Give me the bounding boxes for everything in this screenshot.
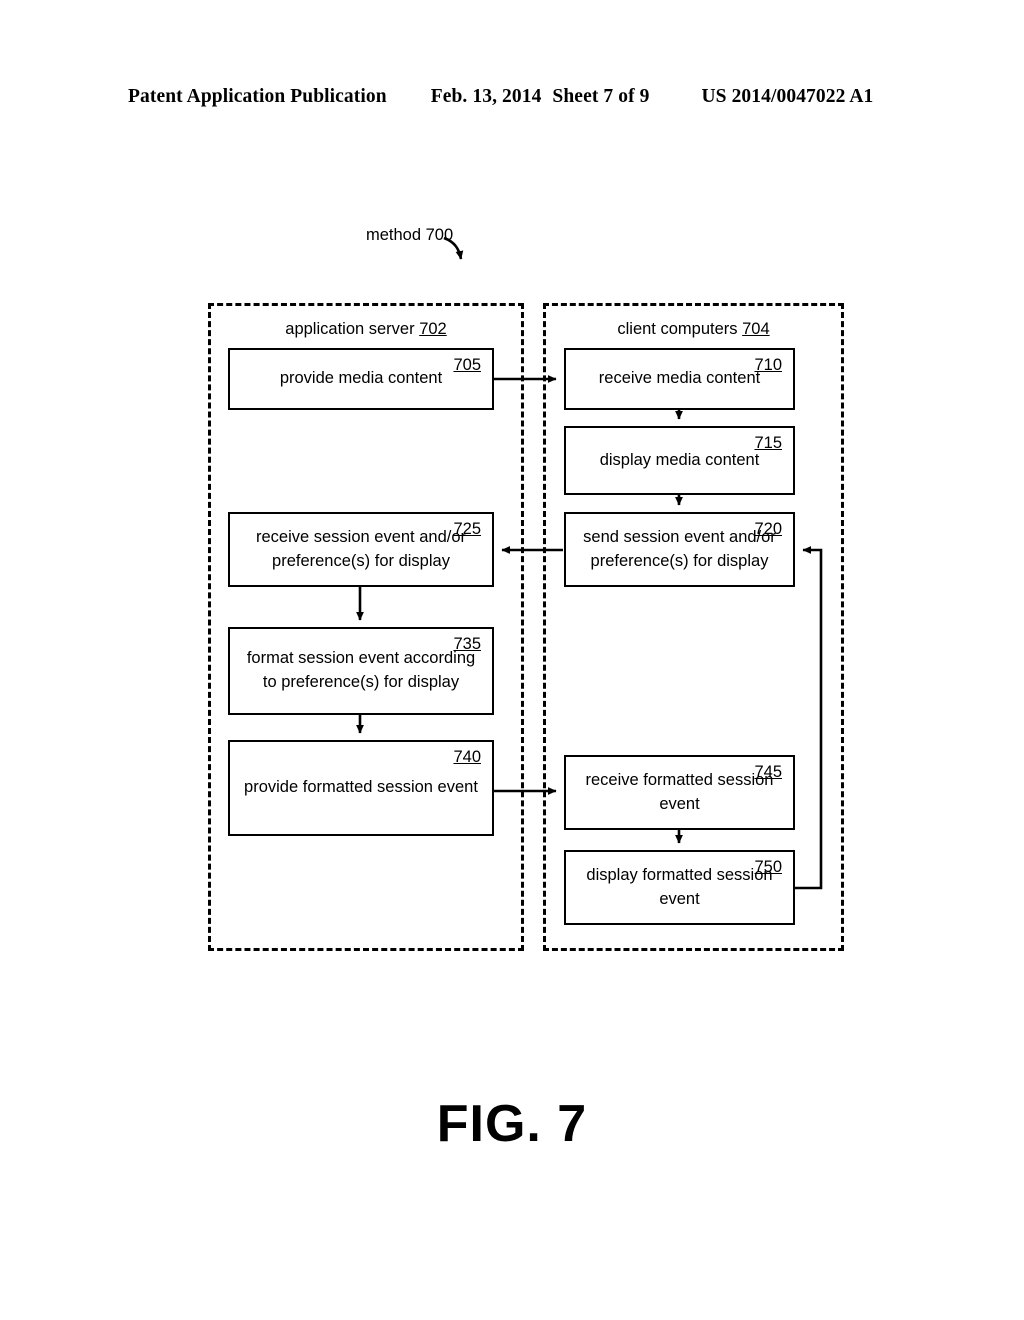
process-box-710-label: receive media content bbox=[598, 369, 761, 388]
process-box-715-ref: 715 bbox=[754, 434, 782, 452]
swimlane-client-computers-label: client computers bbox=[617, 320, 743, 338]
process-box-735[interactable]: 735 format session event according to pr… bbox=[228, 627, 494, 715]
process-box-745-label: receive formatted session event bbox=[585, 770, 774, 813]
process-box-705-ref: 705 bbox=[453, 356, 481, 374]
process-box-750[interactable]: 750 display formatted session event bbox=[564, 850, 795, 925]
swimlane-application-server-ref: 702 bbox=[419, 320, 447, 338]
process-box-705[interactable]: 705 provide media content bbox=[228, 348, 494, 410]
process-box-720[interactable]: 720 send session event and/or preference… bbox=[564, 512, 795, 587]
process-box-710-ref: 710 bbox=[754, 356, 782, 374]
process-box-740-label: provide formatted session event bbox=[244, 778, 478, 797]
process-box-710[interactable]: 710 receive media content bbox=[564, 348, 795, 410]
swimlane-client-computers-title: client computers 704 bbox=[546, 320, 841, 339]
process-box-735-label: format session event according to prefer… bbox=[246, 649, 476, 691]
process-box-705-label: provide media content bbox=[279, 369, 443, 388]
process-box-735-ref: 735 bbox=[453, 635, 481, 653]
process-box-750-ref: 750 bbox=[754, 858, 782, 876]
process-box-745-ref: 745 bbox=[754, 763, 782, 781]
process-box-725-ref: 725 bbox=[453, 520, 481, 538]
method-700-label: method 700 bbox=[366, 226, 454, 244]
process-box-725[interactable]: 725 receive session event and/or prefere… bbox=[228, 512, 494, 587]
process-box-745[interactable]: 745 receive formatted session event bbox=[564, 755, 795, 830]
process-box-720-ref: 720 bbox=[754, 520, 782, 538]
process-box-725-label: receive session event and/or preference(… bbox=[255, 527, 467, 570]
process-box-740[interactable]: 740 provide formatted session event bbox=[228, 740, 494, 836]
process-box-715[interactable]: 715 display media content bbox=[564, 426, 795, 495]
swimlane-application-server-label: application server bbox=[285, 320, 420, 338]
process-box-740-ref: 740 bbox=[453, 748, 481, 766]
swimlane-application-server-title: application server 702 bbox=[211, 320, 521, 339]
process-box-720-label: send session event and/or preference(s) … bbox=[583, 527, 776, 570]
process-box-750-label: display formatted session event bbox=[586, 865, 773, 908]
process-box-715-label: display media content bbox=[599, 450, 760, 469]
figure-caption: FIG. 7 bbox=[436, 1095, 588, 1153]
swimlane-client-computers-ref: 704 bbox=[742, 320, 770, 338]
